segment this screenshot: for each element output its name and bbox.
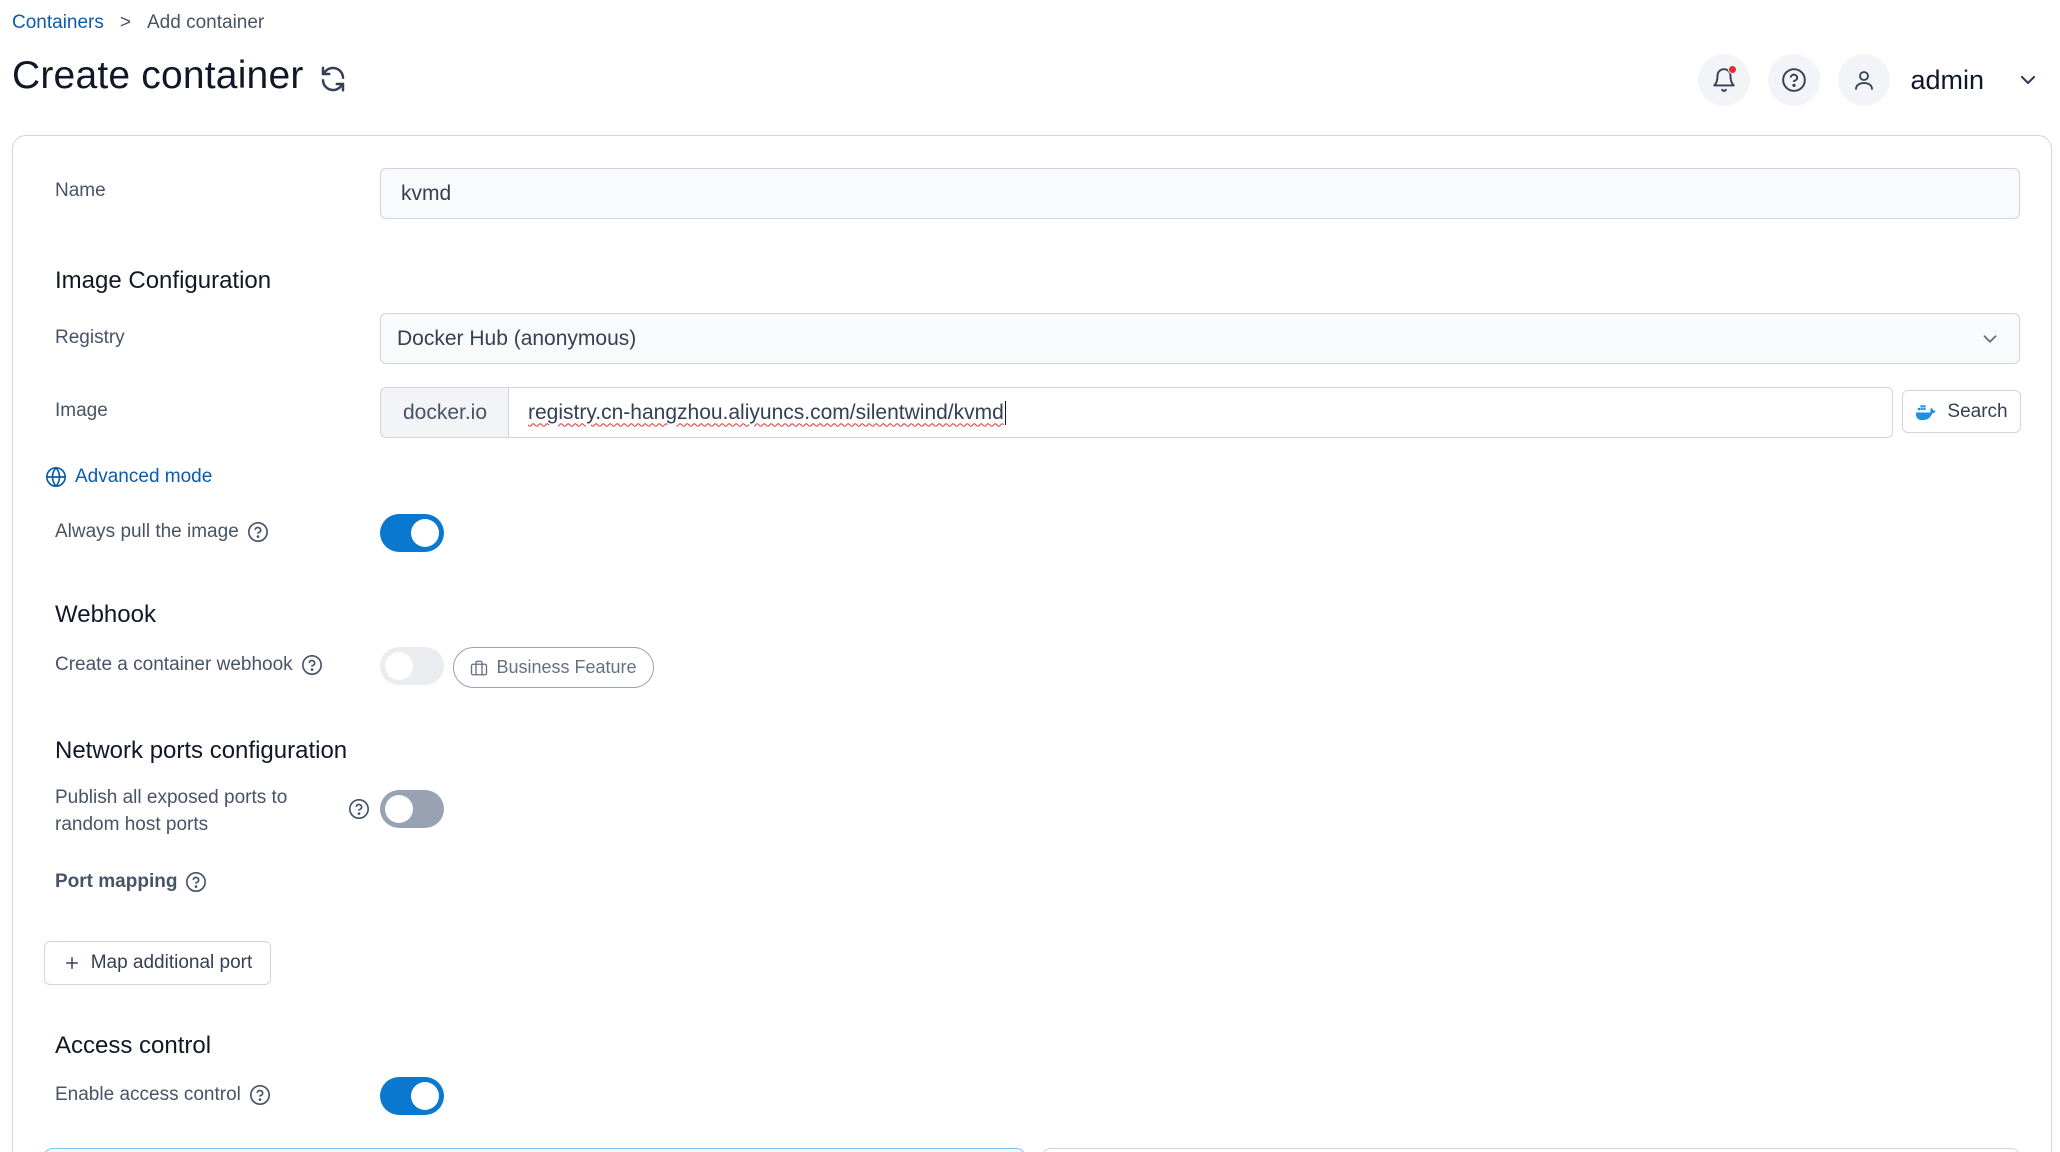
briefcase-icon xyxy=(470,659,488,677)
image-input[interactable]: registry.cn-hangzhou.aliyuncs.com/silent… xyxy=(508,387,1893,438)
publish-ports-toggle[interactable] xyxy=(380,790,444,828)
toggle-knob xyxy=(411,519,439,547)
chevron-down-icon[interactable] xyxy=(2016,68,2040,92)
port-mapping-label-text: Port mapping xyxy=(55,871,178,892)
form-panel: Name kvmd Image Configuration Registry D… xyxy=(12,135,2052,1152)
registry-label-text: Registry xyxy=(55,327,125,348)
user-icon xyxy=(1852,68,1876,92)
image-registry-prefix: docker.io xyxy=(380,387,509,438)
map-additional-port-button[interactable]: Map additional port xyxy=(44,941,271,985)
access-control-label: Enable access control xyxy=(55,1084,271,1106)
access-control-label-text: Enable access control xyxy=(55,1084,241,1105)
advanced-mode-link[interactable]: Advanced mode xyxy=(45,466,212,488)
webhook-toggle[interactable] xyxy=(380,647,444,685)
always-pull-label-text: Always pull the image xyxy=(55,521,239,542)
access-control-title: Access control xyxy=(55,1032,212,1059)
business-feature-badge: Business Feature xyxy=(453,647,654,688)
help-circle-icon xyxy=(1781,67,1807,93)
user-avatar[interactable] xyxy=(1838,54,1891,106)
breadcrumb-containers-link[interactable]: Containers xyxy=(12,12,104,34)
toggle-knob xyxy=(385,795,413,823)
help-circle-icon[interactable] xyxy=(348,798,370,820)
webhook-title: Webhook xyxy=(55,601,156,628)
page-title-row: Create container xyxy=(12,54,348,98)
toggle-knob xyxy=(411,1082,439,1110)
name-label-text: Name xyxy=(55,180,106,201)
access-option-administrators-card[interactable] xyxy=(43,1148,1026,1152)
access-option-restricted-card[interactable] xyxy=(1041,1148,2021,1152)
network-title: Network ports configuration xyxy=(55,737,348,764)
text-caret xyxy=(1004,400,1007,425)
webhook-label: Create a container webhook xyxy=(55,654,323,676)
chevron-down-icon xyxy=(1979,328,2001,350)
plus-icon xyxy=(63,954,81,972)
breadcrumb: Containers > Add container xyxy=(12,12,264,34)
image-input-value: registry.cn-hangzhou.aliyuncs.com/silent… xyxy=(528,400,1004,424)
access-control-toggle[interactable] xyxy=(380,1077,444,1115)
search-button-label: Search xyxy=(1947,400,2008,422)
breadcrumb-current: Add container xyxy=(147,12,265,33)
image-config-title: Image Configuration xyxy=(55,267,272,294)
help-button[interactable] xyxy=(1768,54,1821,106)
registry-select-value: Docker Hub (anonymous) xyxy=(397,326,637,350)
search-image-button[interactable]: Search xyxy=(1902,390,2021,433)
toggle-knob xyxy=(385,652,413,680)
always-pull-toggle[interactable] xyxy=(380,514,444,552)
business-feature-label: Business Feature xyxy=(496,657,637,677)
refresh-icon[interactable] xyxy=(318,64,348,94)
globe-icon xyxy=(45,466,67,488)
name-input[interactable]: kvmd xyxy=(380,168,2020,219)
docker-icon xyxy=(1915,404,1937,420)
breadcrumb-separator: > xyxy=(119,12,131,33)
map-additional-port-label: Map additional port xyxy=(90,952,253,973)
publish-ports-label: Publish all exposed ports to random host… xyxy=(55,787,288,835)
help-circle-icon[interactable] xyxy=(249,1084,271,1106)
notifications-button[interactable] xyxy=(1698,54,1751,106)
image-label-text: Image xyxy=(55,400,108,421)
registry-select[interactable]: Docker Hub (anonymous) xyxy=(380,313,2020,364)
image-label: Image xyxy=(55,400,108,422)
advanced-mode-label: Advanced mode xyxy=(75,466,213,487)
page-title: Create container xyxy=(12,54,304,97)
help-circle-icon[interactable] xyxy=(247,521,269,543)
user-name[interactable]: admin xyxy=(1910,65,1984,96)
registry-label: Registry xyxy=(55,327,125,349)
name-label: Name xyxy=(55,180,106,202)
port-mapping-label: Port mapping xyxy=(55,871,207,893)
help-circle-icon[interactable] xyxy=(301,654,323,676)
webhook-label-text: Create a container webhook xyxy=(55,654,293,675)
always-pull-label: Always pull the image xyxy=(55,521,269,543)
header-actions: admin xyxy=(1698,54,2040,106)
help-circle-icon[interactable] xyxy=(185,871,207,893)
page-root: Containers > Add container Create contai… xyxy=(0,0,2060,1152)
